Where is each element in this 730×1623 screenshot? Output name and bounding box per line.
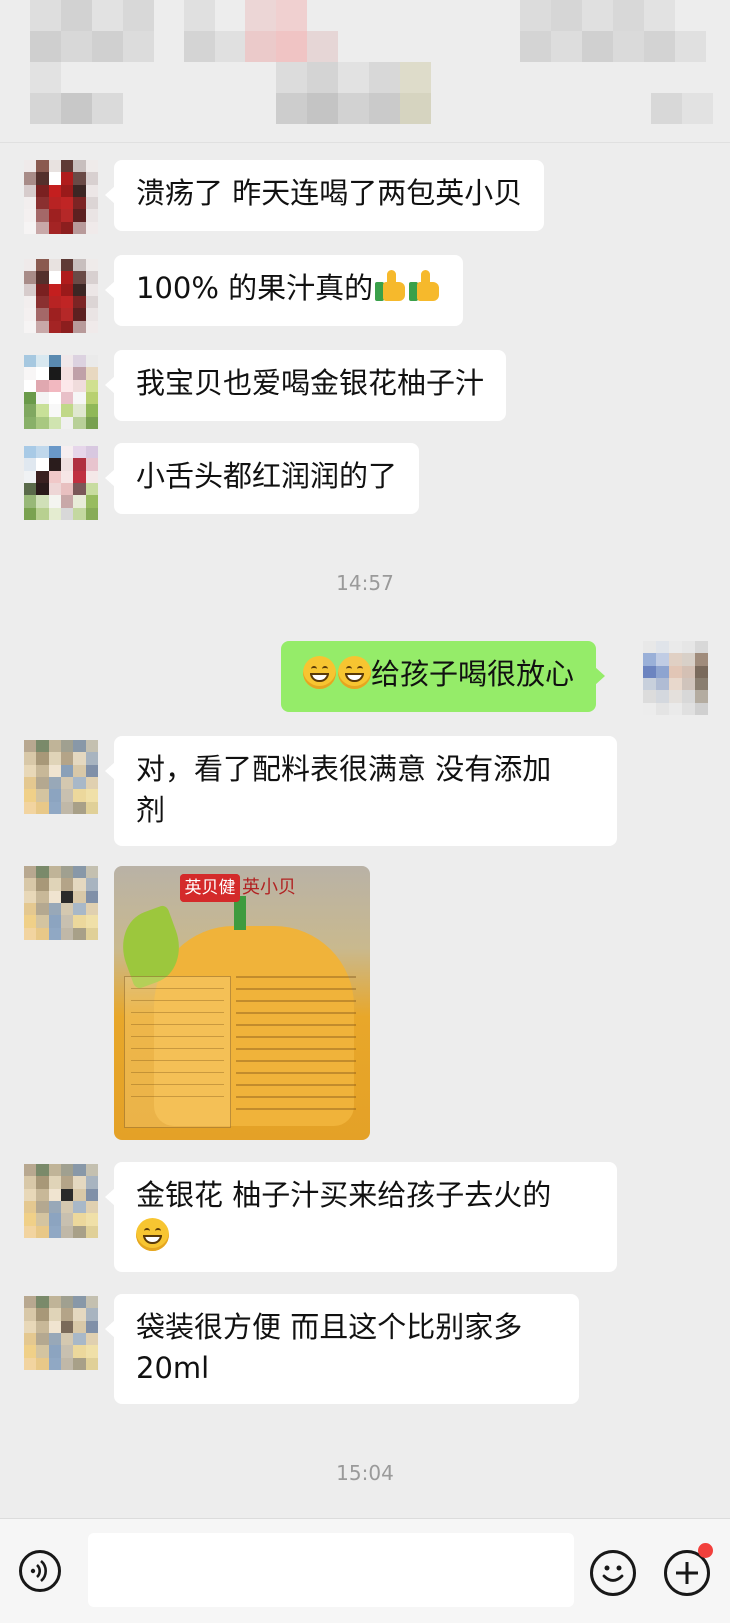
- avatar[interactable]: [24, 446, 98, 520]
- grin-emoji-icon: [338, 656, 371, 689]
- ingredient-text: [232, 966, 362, 1126]
- nutrition-table: [124, 976, 231, 1128]
- message-bubble[interactable]: 我宝贝也爱喝金银花柚子汁: [104, 350, 507, 421]
- avatar[interactable]: [24, 740, 98, 814]
- message-text-line: 金银花 柚子汁买来给孩子去火的: [136, 1178, 552, 1212]
- grin-emoji-icon: [303, 656, 336, 689]
- grin-emoji-icon: [136, 1218, 169, 1251]
- emoji-icon[interactable]: [590, 1550, 636, 1596]
- message-text-line: 袋装很方便 而且这个比别家多: [136, 1310, 523, 1344]
- timestamp: 14:57: [336, 571, 394, 595]
- message-bubble[interactable]: 溃疡了 昨天连喝了两包英小贝: [104, 160, 545, 231]
- voice-icon[interactable]: [19, 1550, 61, 1592]
- message-input[interactable]: [88, 1533, 574, 1607]
- timestamp: 15:04: [336, 1461, 394, 1485]
- brand-logo: 英贝健: [180, 874, 240, 902]
- message-text: 小舌头都红润润的了: [136, 459, 398, 493]
- avatar-self[interactable]: [643, 641, 708, 715]
- message-text: 我宝贝也爱喝金银花柚子汁: [136, 366, 485, 400]
- avatar[interactable]: [24, 355, 98, 429]
- image-message[interactable]: 英贝健 英小贝: [114, 866, 370, 1140]
- message-bubble[interactable]: 袋装很方便 而且这个比别家多 20ml: [105, 1294, 579, 1404]
- avatar[interactable]: [24, 1164, 98, 1238]
- message-text: 给孩子喝很放心: [371, 657, 575, 691]
- message-text-line: 对，看了配料表很满意 没有添加: [136, 752, 552, 786]
- avatar[interactable]: [24, 259, 98, 333]
- brand-name: 英小贝: [242, 877, 296, 898]
- input-bar: [0, 1518, 730, 1623]
- message-text-line: 20ml: [136, 1351, 210, 1385]
- message-bubble[interactable]: 金银花 柚子汁买来给孩子去火的: [105, 1162, 617, 1272]
- message-text-line: 剂: [136, 793, 166, 827]
- avatar[interactable]: [24, 1296, 98, 1370]
- message-text: 100% 的果汁真的: [136, 271, 374, 305]
- message-bubble[interactable]: 对，看了配料表很满意 没有添加 剂: [105, 736, 617, 846]
- message-bubble[interactable]: 小舌头都红润润的了: [104, 443, 420, 514]
- thumbs-up-icon: [375, 270, 407, 302]
- thumbs-up-icon: [409, 270, 441, 302]
- chat-header: [0, 0, 730, 143]
- message-bubble-self[interactable]: 给孩子喝很放心: [281, 641, 606, 712]
- avatar[interactable]: [24, 866, 98, 940]
- message-bubble[interactable]: 100% 的果汁真的: [104, 255, 464, 326]
- message-text: 溃疡了 昨天连喝了两包英小贝: [136, 176, 523, 210]
- notification-dot-icon: [698, 1543, 713, 1558]
- avatar[interactable]: [24, 160, 98, 234]
